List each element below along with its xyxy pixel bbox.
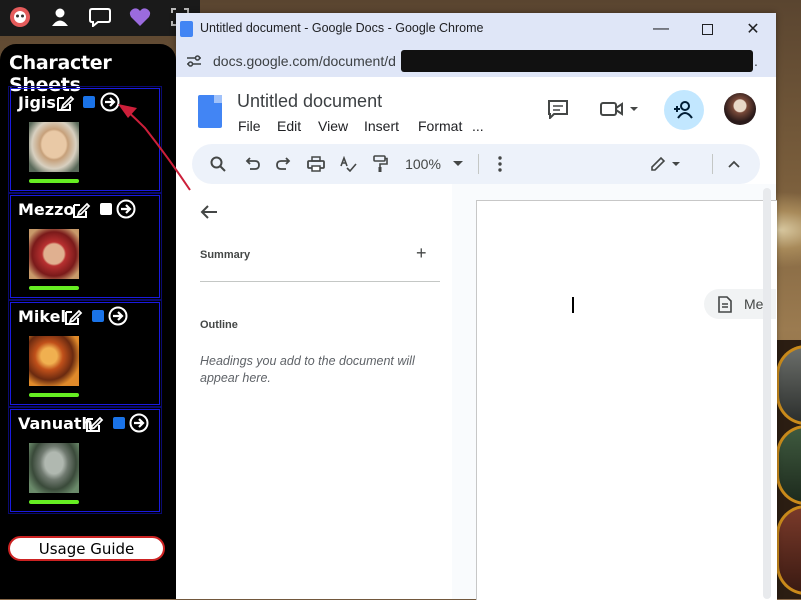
menu-insert[interactable]: Insert — [364, 118, 399, 134]
edit-icon[interactable] — [63, 307, 83, 327]
menu-view[interactable]: View — [318, 118, 348, 134]
character-card[interactable]: Mezzo — [8, 193, 162, 300]
character-name: Jigis — [18, 93, 56, 112]
character-card[interactable]: Mikel — [8, 300, 162, 407]
redo-icon[interactable] — [272, 152, 296, 176]
visibility-checkbox[interactable] — [113, 417, 125, 429]
search-icon[interactable] — [206, 152, 230, 176]
arrow-right-circle-icon[interactable] — [129, 413, 149, 433]
hp-bar — [29, 393, 79, 397]
chrome-window: Untitled document - Google Docs - Google… — [176, 13, 777, 600]
visibility-checkbox[interactable] — [83, 96, 95, 108]
usage-guide-button[interactable]: Usage Guide — [8, 536, 165, 561]
site-settings-icon[interactable] — [186, 54, 202, 68]
document-title[interactable]: Untitled document — [237, 91, 382, 112]
character-portrait — [29, 443, 79, 493]
hp-bar — [29, 179, 79, 183]
arrow-right-circle-icon[interactable] — [116, 199, 136, 219]
spellcheck-icon[interactable] — [336, 152, 360, 176]
avatar[interactable] — [724, 93, 756, 125]
docs-favicon-icon — [180, 21, 193, 37]
edit-icon[interactable] — [84, 414, 104, 434]
menu-file[interactable]: File — [238, 118, 261, 134]
document-icon — [718, 296, 732, 313]
edit-icon[interactable] — [55, 93, 75, 113]
close-button[interactable]: ✕ — [730, 13, 776, 45]
maximize-icon — [701, 23, 713, 35]
arrow-right-circle-icon[interactable] — [108, 306, 128, 326]
menu-edit[interactable]: Edit — [277, 118, 301, 134]
back-arrow-icon[interactable] — [200, 200, 218, 226]
menu-format[interactable]: Format — [418, 118, 462, 134]
add-summary-icon[interactable]: + — [416, 243, 427, 264]
visibility-checkbox[interactable] — [100, 203, 112, 215]
character-card[interactable]: Vanuath — [8, 407, 162, 514]
character-sheets-panel: Character Sheets Jigis Mezzo Mikel Vanua… — [0, 44, 176, 599]
url-text: docs.google.com/document/d — [213, 53, 396, 69]
summary-label: Summary — [200, 249, 251, 261]
meeting-notes-text: Me — [744, 296, 764, 312]
hp-bar — [29, 286, 79, 290]
vertical-scrollbar[interactable] — [763, 188, 771, 599]
redacted-url — [401, 50, 753, 72]
undo-icon[interactable] — [240, 152, 264, 176]
character-name: Vanuath — [18, 414, 93, 433]
chevron-up-icon[interactable] — [722, 152, 746, 176]
visibility-checkbox[interactable] — [92, 310, 104, 322]
docs-logo-icon[interactable] — [198, 95, 222, 128]
editing-mode-icon[interactable] — [648, 152, 688, 176]
character-card[interactable]: Jigis — [8, 86, 162, 193]
toolbar-divider — [712, 154, 713, 174]
person-icon[interactable] — [47, 4, 73, 30]
helmet-icon[interactable] — [7, 4, 33, 30]
heart-icon[interactable] — [127, 4, 153, 30]
docs-toolbar: 100% — [192, 144, 760, 184]
text-cursor — [572, 297, 574, 313]
url-tail: . — [754, 53, 758, 69]
paint-format-icon[interactable] — [368, 152, 392, 176]
extension-toolbar — [0, 0, 200, 36]
character-name: Mikel — [18, 307, 66, 326]
document-page[interactable] — [476, 200, 777, 600]
more-options-icon[interactable] — [488, 152, 512, 176]
title-bar: Untitled document - Google Docs - Google… — [176, 13, 776, 45]
chat-icon[interactable] — [87, 4, 113, 30]
character-portrait — [29, 336, 79, 386]
window-title: Untitled document - Google Docs - Google… — [200, 21, 484, 35]
print-icon[interactable] — [304, 152, 328, 176]
comments-icon[interactable] — [544, 95, 572, 123]
chevron-down-icon — [452, 161, 463, 166]
character-portrait — [29, 122, 79, 172]
meet-icon[interactable] — [598, 95, 644, 123]
address-bar[interactable]: docs.google.com/document/d . — [176, 45, 776, 77]
toolbar-divider — [478, 154, 479, 174]
arrow-right-circle-icon[interactable] — [100, 92, 120, 112]
maximize-button[interactable] — [684, 13, 730, 45]
divider — [200, 281, 440, 282]
hp-bar — [29, 500, 79, 504]
add-person-icon — [674, 101, 693, 119]
menu-more[interactable]: ... — [472, 118, 484, 134]
character-portrait — [29, 229, 79, 279]
outline-label: Outline — [200, 319, 238, 331]
outline-hint: Headings you add to the document will ap… — [200, 354, 415, 385]
zoom-select[interactable]: 100% — [402, 152, 466, 176]
minimize-button[interactable]: — — [638, 13, 684, 45]
share-button[interactable] — [664, 90, 704, 130]
zoom-value: 100% — [405, 156, 441, 172]
edit-icon[interactable] — [71, 200, 91, 220]
character-name: Mezzo — [18, 200, 75, 219]
